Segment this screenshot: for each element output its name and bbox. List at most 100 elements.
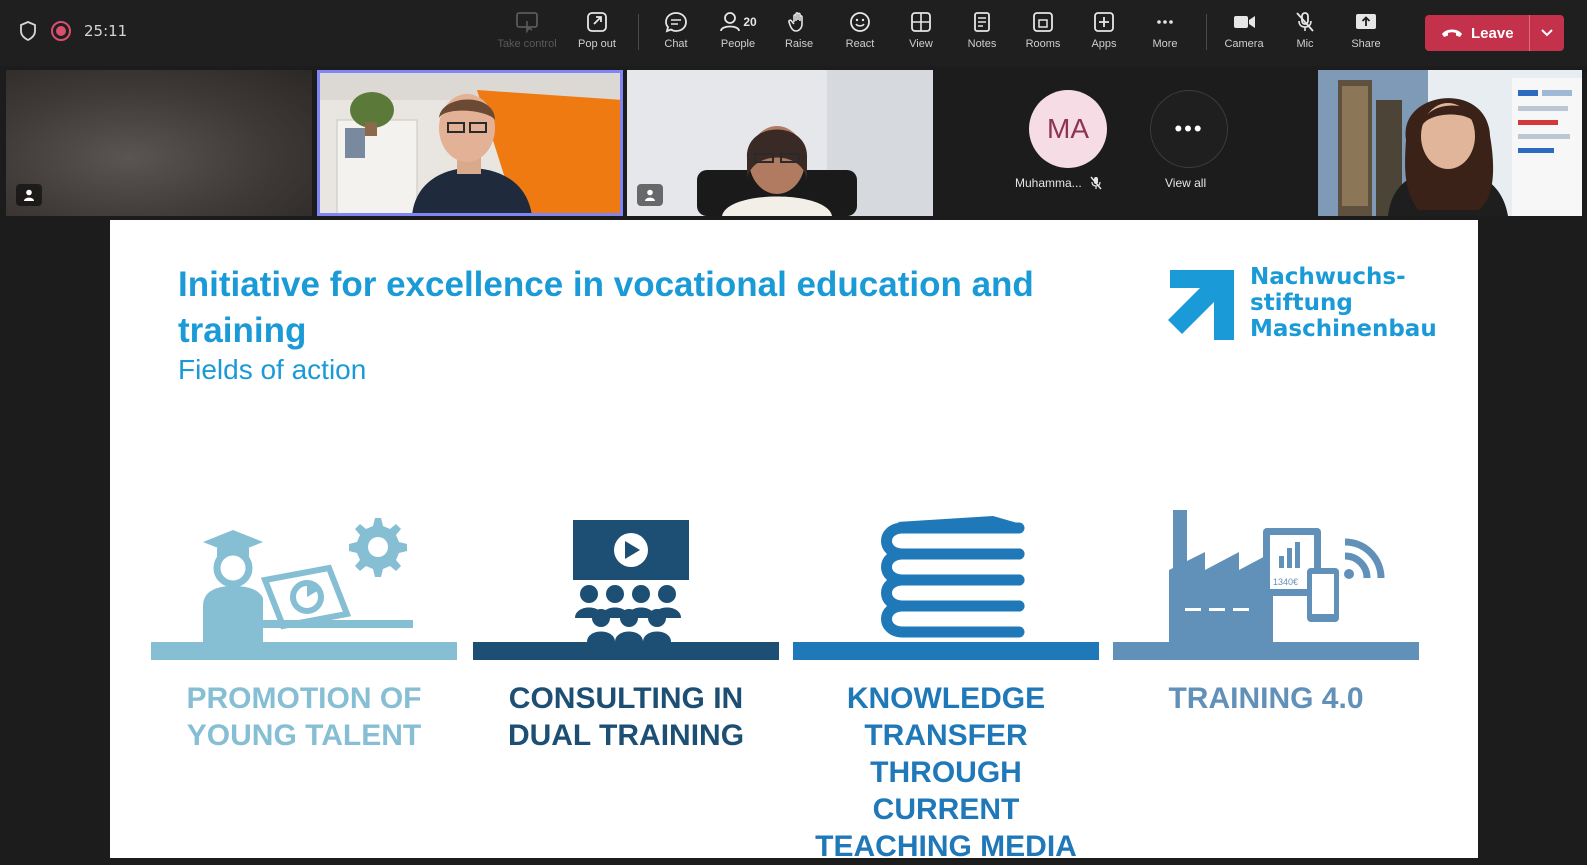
chat-icon bbox=[665, 12, 687, 33]
breakout-rooms-icon bbox=[1033, 12, 1053, 32]
nachwuchsstiftung-logo: Nachwuchs- stiftung Maschinenbau bbox=[1162, 264, 1437, 344]
leave-label: Leave bbox=[1471, 24, 1514, 42]
factory-screen-text: 1340€ bbox=[1273, 577, 1298, 587]
take-control-button[interactable]: Take control bbox=[497, 10, 557, 58]
participant-video bbox=[627, 70, 933, 216]
field-knowledge-transfer: KNOWLEDGE TRANSFER THROUGH CURRENT TEACH… bbox=[793, 510, 1099, 863]
logo-line-2: stiftung bbox=[1250, 290, 1353, 316]
mic-label: Mic bbox=[1296, 38, 1314, 50]
shield-icon bbox=[20, 21, 36, 42]
rooms-label: Rooms bbox=[1025, 38, 1061, 50]
mic-button[interactable]: Mic bbox=[1275, 10, 1335, 58]
field-label: CONSULTING IN DUAL TRAINING bbox=[507, 682, 745, 752]
share-button[interactable]: Share bbox=[1336, 10, 1396, 58]
toolbar-divider bbox=[1206, 14, 1207, 50]
view-button[interactable]: View bbox=[891, 10, 951, 58]
chat-button[interactable]: Chat bbox=[646, 10, 706, 58]
book-stack-icon bbox=[881, 516, 1025, 638]
field-label: PROMOTION OF YOUNG TALENT bbox=[186, 682, 422, 752]
add-apps-icon bbox=[1094, 12, 1114, 32]
slide-title: Initiative for excellence in vocational … bbox=[178, 265, 1034, 350]
field-bar bbox=[151, 642, 457, 660]
pop-out-label: Pop out bbox=[578, 38, 616, 50]
raise-hand-icon bbox=[788, 12, 803, 32]
field-bar bbox=[473, 642, 779, 660]
toolbar-divider bbox=[638, 14, 639, 50]
camera-label: Camera bbox=[1224, 38, 1264, 50]
notes-button[interactable]: Notes bbox=[952, 10, 1012, 58]
slide-subtitle: Fields of action bbox=[178, 354, 367, 385]
raise-label: Raise bbox=[784, 38, 814, 50]
share-label: Share bbox=[1351, 38, 1381, 50]
participant-name: Muhamma... bbox=[1015, 176, 1082, 190]
hang-up-icon bbox=[1442, 29, 1462, 37]
chat-label: Chat bbox=[664, 38, 688, 50]
graduate-laptop-icon bbox=[203, 518, 413, 642]
logo-line-3: Maschinenbau bbox=[1250, 316, 1437, 342]
people-button[interactable]: 20 People bbox=[708, 10, 768, 58]
logo-line-1: Nachwuchs- bbox=[1250, 264, 1406, 290]
notes-icon bbox=[974, 12, 990, 32]
view-all-label[interactable]: View all bbox=[1165, 176, 1206, 190]
share-screen-icon bbox=[1356, 14, 1376, 29]
logo-arrow-icon bbox=[1168, 270, 1234, 340]
pop-out-button[interactable]: Pop out bbox=[567, 10, 627, 58]
meeting-status: 25:11 bbox=[18, 20, 127, 42]
view-all-button[interactable]: ••• bbox=[1150, 90, 1228, 168]
leave-button[interactable]: Leave bbox=[1425, 15, 1529, 51]
meeting-timer: 25:11 bbox=[84, 22, 128, 40]
pinned-person-icon bbox=[645, 189, 655, 201]
participant-status bbox=[637, 184, 663, 206]
apps-button[interactable]: Apps bbox=[1074, 10, 1134, 58]
people-icon bbox=[720, 12, 741, 32]
notes-label: Notes bbox=[967, 38, 997, 50]
mic-muted-icon bbox=[1090, 176, 1102, 190]
field-consulting-in-dual-training: CONSULTING IN DUAL TRAINING bbox=[473, 510, 779, 840]
more-label: More bbox=[1152, 38, 1178, 50]
raise-hand-button[interactable]: Raise bbox=[769, 10, 829, 58]
logo-text: Nachwuchs- stiftung Maschinenbau bbox=[1250, 264, 1437, 342]
camera-button[interactable]: Camera bbox=[1214, 10, 1274, 58]
layout-grid-icon bbox=[911, 12, 931, 32]
field-bar bbox=[793, 642, 1099, 660]
more-button[interactable]: More bbox=[1135, 10, 1195, 58]
take-control-label: Take control bbox=[497, 38, 557, 50]
people-count: 20 bbox=[743, 15, 757, 29]
participant-video-tile[interactable] bbox=[627, 70, 933, 216]
meeting-toolbar: 25:11 Take control Pop out Chat 20 Peopl… bbox=[0, 0, 1587, 66]
recording-icon bbox=[51, 21, 71, 41]
speaker-video bbox=[317, 70, 623, 216]
participant-avatar[interactable]: MA bbox=[1029, 90, 1107, 168]
take-control-icon bbox=[516, 12, 538, 34]
field-label: KNOWLEDGE TRANSFER THROUGH CURRENT TEACH… bbox=[815, 682, 1077, 863]
shared-presentation-slide: Initiative for excellence in vocational … bbox=[110, 220, 1478, 863]
smiley-icon bbox=[850, 12, 870, 32]
rooms-button[interactable]: Rooms bbox=[1013, 10, 1073, 58]
video-audience-icon bbox=[573, 520, 689, 642]
field-promotion-of-young-talent: PROMOTION OF YOUNG TALENT bbox=[151, 510, 457, 840]
react-button[interactable]: React bbox=[830, 10, 890, 58]
leave-button-group: Leave bbox=[1425, 15, 1564, 51]
camera-icon bbox=[1234, 16, 1255, 28]
field-training-4-0: 1340€ TRAINING 4.0 bbox=[1113, 510, 1419, 840]
self-video bbox=[1318, 70, 1582, 216]
react-label: React bbox=[845, 38, 875, 50]
more-dots-icon bbox=[1157, 20, 1173, 24]
active-speaker-video-tile[interactable] bbox=[317, 70, 623, 216]
participant-name-row: Muhamma... bbox=[1015, 176, 1102, 190]
field-bar bbox=[1113, 642, 1419, 660]
mic-muted-icon bbox=[1296, 12, 1314, 32]
self-video-tile[interactable] bbox=[1318, 70, 1582, 216]
leave-options-button[interactable] bbox=[1530, 28, 1564, 38]
apps-label: Apps bbox=[1091, 38, 1117, 50]
participant-video-tile[interactable] bbox=[6, 70, 312, 216]
smart-factory-icon: 1340€ bbox=[1169, 510, 1385, 642]
field-label: TRAINING 4.0 bbox=[1168, 682, 1364, 715]
chevron-down-icon bbox=[1541, 29, 1553, 37]
more-dots-icon: ••• bbox=[1174, 116, 1204, 141]
pinned-person-icon bbox=[24, 189, 34, 201]
people-label: People bbox=[720, 38, 756, 50]
pop-out-icon bbox=[587, 12, 607, 32]
view-label: View bbox=[909, 38, 933, 50]
participant-status bbox=[16, 184, 42, 206]
